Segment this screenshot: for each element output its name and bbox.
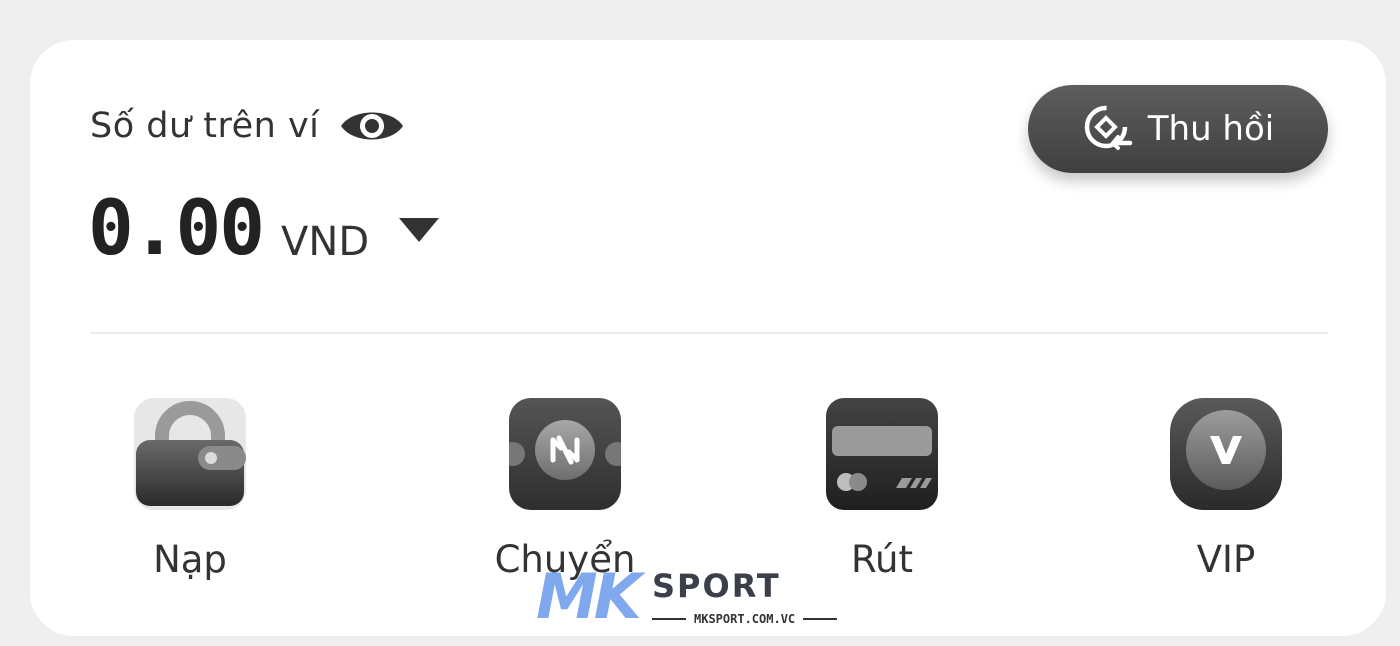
vip-badge-icon xyxy=(1170,398,1282,510)
watermark-sport: SPORT xyxy=(652,567,781,605)
balance-label: Số dư trên ví xyxy=(90,106,320,146)
action-label: Nạp xyxy=(153,538,227,581)
recall-button[interactable]: Thu hồi xyxy=(1028,85,1328,173)
eye-icon[interactable] xyxy=(339,104,405,148)
currency-label: VND xyxy=(281,219,370,265)
mksport-watermark-logo: MK SPORT MKSPORT.COM.VC xyxy=(536,560,838,636)
balance-amount-row: 0.00 VND xyxy=(88,190,441,266)
action-vip[interactable]: VIP xyxy=(1116,398,1336,581)
balance-amount: 0.00 xyxy=(88,183,265,272)
caret-down-icon[interactable] xyxy=(397,218,441,258)
recall-button-label: Thu hồi xyxy=(1147,109,1275,149)
action-transfer[interactable]: Chuyển xyxy=(455,398,675,581)
action-label: Rút xyxy=(850,538,913,581)
action-withdraw[interactable]: Rút xyxy=(772,398,992,581)
watermark-line xyxy=(652,618,686,620)
watermark-mk: MK xyxy=(536,560,642,633)
action-deposit[interactable]: Nạp xyxy=(80,398,300,581)
watermark-line xyxy=(803,618,838,620)
recall-icon xyxy=(1082,103,1134,155)
transfer-icon xyxy=(509,398,621,510)
action-label: VIP xyxy=(1196,538,1256,581)
wallet-page: Số dư trên ví 0.00 VND Thu hồi Nạp Chuyể… xyxy=(0,0,1400,646)
withdraw-card-icon xyxy=(826,398,938,510)
wallet-deposit-icon xyxy=(134,398,246,510)
wallet-card: Số dư trên ví 0.00 VND Thu hồi Nạp Chuyể… xyxy=(30,40,1386,636)
divider xyxy=(90,332,1328,334)
balance-header: Số dư trên ví xyxy=(90,104,405,148)
watermark-domain-row: MKSPORT.COM.VC xyxy=(652,612,838,626)
watermark-domain: MKSPORT.COM.VC xyxy=(694,612,796,626)
